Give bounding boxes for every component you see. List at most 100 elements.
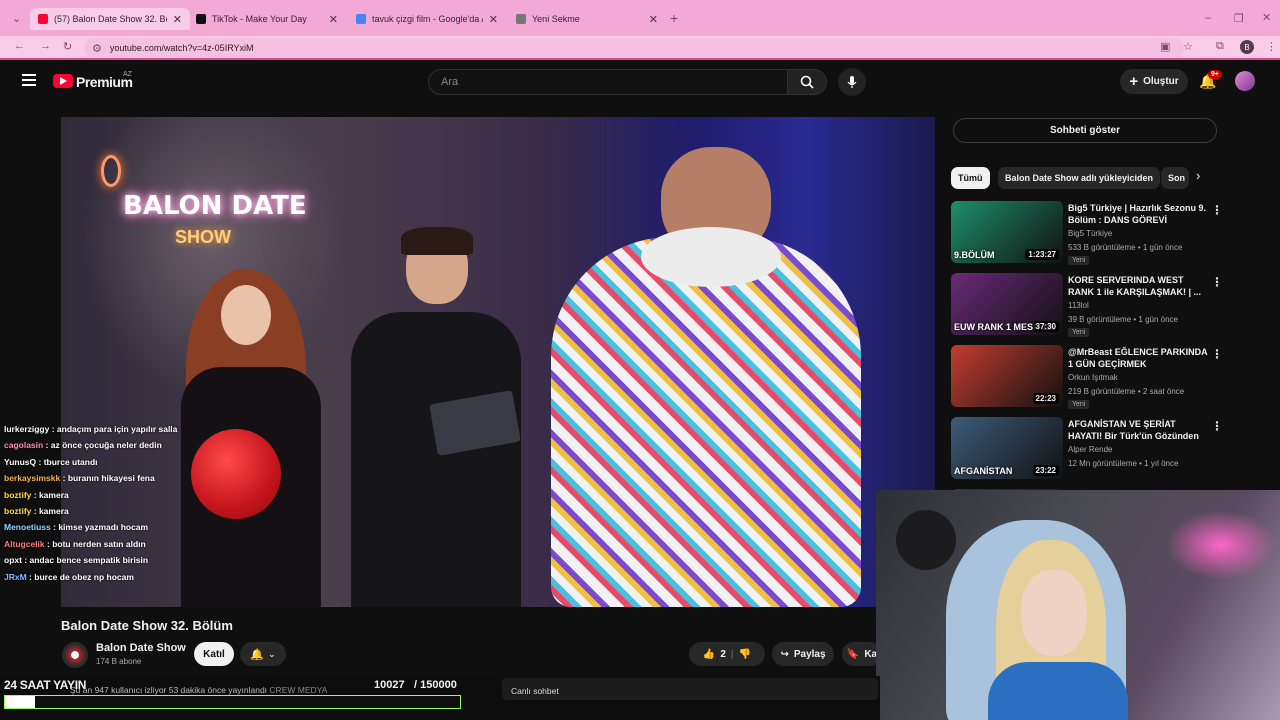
stream-chat-overlay: lurkerziggy : andaçım para için yapılır … [0, 405, 200, 585]
voice-search-button[interactable] [838, 68, 866, 96]
more-options-icon[interactable]: ⋮ [1211, 347, 1223, 361]
recommended-title[interactable]: Big5 Türkiye | Hazırlık Sezonu 9. Bölüm … [1068, 202, 1208, 226]
subscriber-count: 174 B abone [96, 657, 142, 666]
chat-username: lurkerziggy [4, 424, 50, 434]
share-button[interactable]: ↪ Paylaş [772, 642, 834, 666]
recommended-channel[interactable]: 113lol [1068, 301, 1089, 310]
browser-tab[interactable]: tavuk çizgi film - Google'da Ara ✕ [348, 8, 506, 30]
more-options-icon[interactable]: ⋮ [1211, 275, 1223, 289]
hamburger-menu-icon[interactable] [22, 74, 36, 86]
profile-avatar[interactable]: B [1240, 40, 1254, 54]
create-label: Oluştur [1143, 76, 1179, 87]
search-input[interactable]: Ara [428, 69, 788, 95]
show-chat-button[interactable]: Sohbeti göster [953, 118, 1217, 143]
chip-all[interactable]: Tümü [951, 167, 990, 189]
video-thumbnail[interactable]: 9.BÖLÜM 1:23:27 [951, 201, 1063, 263]
new-badge: Yeni [1068, 400, 1090, 409]
chevron-right-icon[interactable]: › [1196, 168, 1200, 183]
recommended-video[interactable]: 22:23 @MrBeast EĞLENCE PARKINDA 1 GÜN GEÇ… [951, 345, 1223, 409]
close-window-button[interactable]: ✕ [1262, 11, 1271, 24]
dislike-button[interactable]: 👎 [739, 649, 751, 660]
recommended-meta: 533 B görüntüleme • 1 gün önce [1068, 243, 1183, 252]
chip-recent[interactable]: Son [1161, 167, 1189, 189]
youtube-logo-icon[interactable] [53, 74, 73, 88]
like-count: 2 [720, 648, 726, 660]
streamer-face [1021, 570, 1087, 656]
share-icon: ↪ [780, 648, 789, 660]
new-badge: Yeni [1068, 328, 1090, 337]
browser-tab[interactable]: Yeni Sekme ✕ [508, 8, 666, 30]
video-duration: 22:23 [1032, 393, 1059, 404]
tab-favicon-icon [38, 14, 48, 24]
site-info-icon[interactable]: ⚙ [92, 42, 102, 55]
recommended-meta: 219 B görüntüleme • 2 saat önce [1068, 387, 1185, 396]
search-placeholder: Ara [441, 76, 459, 88]
recommended-video[interactable]: EUW RANK 1 MESA 113 37:30 KORE SERVERINDA … [951, 273, 1223, 337]
host-suit [351, 312, 521, 607]
chat-message: boztify : kamera [4, 506, 69, 516]
guest-hood [641, 227, 781, 287]
recommended-title[interactable]: KORE SERVERINDA WEST RANK 1 ile KARŞILAŞ… [1068, 274, 1208, 298]
share-label: Paylaş [793, 648, 826, 660]
subscription-bell-button[interactable]: 🔔 ⌄ [240, 642, 286, 666]
chat-text: kimse yazmadı hocam [58, 522, 149, 533]
tab-favicon-icon [516, 14, 526, 24]
tab-close-icon[interactable]: ✕ [173, 13, 182, 26]
address-bar[interactable]: ⚙ youtube.com/watch?v=4z-05IRYxiM [84, 38, 1184, 58]
recommended-channel[interactable]: Orkun Işıtmak [1068, 373, 1118, 382]
recommended-channel[interactable]: Big5 Türkiye [1068, 229, 1112, 238]
guest-patterned-jacket [551, 237, 861, 607]
back-button[interactable]: ← [14, 40, 25, 52]
recommended-channel[interactable]: Alper Rende [1068, 445, 1112, 454]
chat-message: Menoetiuss : kimse yazmadı hocam [4, 522, 149, 533]
tab-close-icon[interactable]: ✕ [329, 13, 338, 26]
video-thumbnail[interactable]: AFGANİSTAN 23:22 [951, 417, 1063, 479]
recommended-video[interactable]: 9.BÖLÜM 1:23:27 Big5 Türkiye | Hazırlık Se… [951, 201, 1223, 265]
channel-name[interactable]: Balon Date Show [96, 642, 186, 654]
chat-username: boztify [4, 489, 32, 500]
tab-search-icon[interactable]: ⌄ [12, 12, 21, 25]
join-button[interactable]: Katıl [194, 642, 234, 666]
recommended-video[interactable]: AFGANİSTAN 23:22 AFGANİSTAN VE ŞERİAT HAYA… [951, 417, 1223, 481]
search-icon [800, 75, 814, 89]
recommended-title[interactable]: @MrBeast EĞLENCE PARKINDA 1 GÜN GEÇİRMEK [1068, 346, 1208, 370]
plus-icon: + [1129, 73, 1139, 90]
tab-close-icon[interactable]: ✕ [489, 13, 498, 26]
bookmark-star-icon[interactable]: ☆ [1183, 40, 1193, 53]
browser-tab[interactable]: (57) Balon Date Show 32. Bölüm ✕ [30, 8, 190, 30]
extensions-icon[interactable]: ⧉ [1216, 40, 1224, 53]
channel-avatar[interactable] [62, 642, 88, 668]
like-button[interactable]: 👍 2 [703, 649, 726, 660]
browser-tab[interactable]: TikTok - Make Your Day ✕ [188, 8, 346, 30]
chat-username: cagolasin [4, 440, 44, 451]
chat-text: az önce çocuğa neler dedin [50, 440, 162, 451]
create-button[interactable]: + Oluştur [1120, 69, 1188, 94]
tab-favicon-icon [356, 14, 366, 24]
recommended-title[interactable]: AFGANİSTAN VE ŞERİAT HAYATI! Bir Türk'ün… [1068, 418, 1208, 442]
minimize-button[interactable]: – [1205, 12, 1211, 24]
chevron-down-icon: ⌄ [268, 648, 276, 659]
more-options-icon[interactable]: ⋮ [1211, 203, 1223, 217]
forward-button[interactable]: → [40, 40, 51, 52]
chat-text: andac bence sempatik birisin [29, 555, 149, 566]
account-avatar[interactable] [1235, 71, 1255, 91]
maximize-button[interactable]: ❐ [1234, 12, 1244, 25]
video-thumbnail[interactable]: 22:23 [951, 345, 1063, 407]
thumbnail-overlay-text: 9.BÖLÜM [954, 250, 995, 260]
reload-button[interactable]: ↻ [63, 40, 72, 53]
video-title: Balon Date Show 32. Bölüm [61, 618, 233, 633]
tab-label: (57) Balon Date Show 32. Bölüm [54, 14, 167, 24]
more-options-icon[interactable]: ⋮ [1211, 419, 1223, 433]
video-thumbnail[interactable]: EUW RANK 1 MESA 113 37:30 [951, 273, 1063, 335]
browser-menu-icon[interactable]: ⋮ [1266, 40, 1277, 53]
chat-text: kamera [38, 489, 69, 500]
chat-message: Altugcelik : botu nerden satın aldın [4, 538, 146, 549]
chip-from-uploader[interactable]: Balon Date Show adlı yükleyiciden [998, 167, 1161, 189]
install-app-icon[interactable]: ▣ [1160, 40, 1170, 53]
chat-message: boztify : kamera [4, 489, 69, 500]
tab-close-icon[interactable]: ✕ [649, 13, 658, 26]
chat-username: YunusQ [4, 456, 37, 467]
red-balloon [191, 429, 281, 519]
new-tab-button[interactable]: + [670, 10, 678, 26]
search-button[interactable] [787, 69, 827, 95]
